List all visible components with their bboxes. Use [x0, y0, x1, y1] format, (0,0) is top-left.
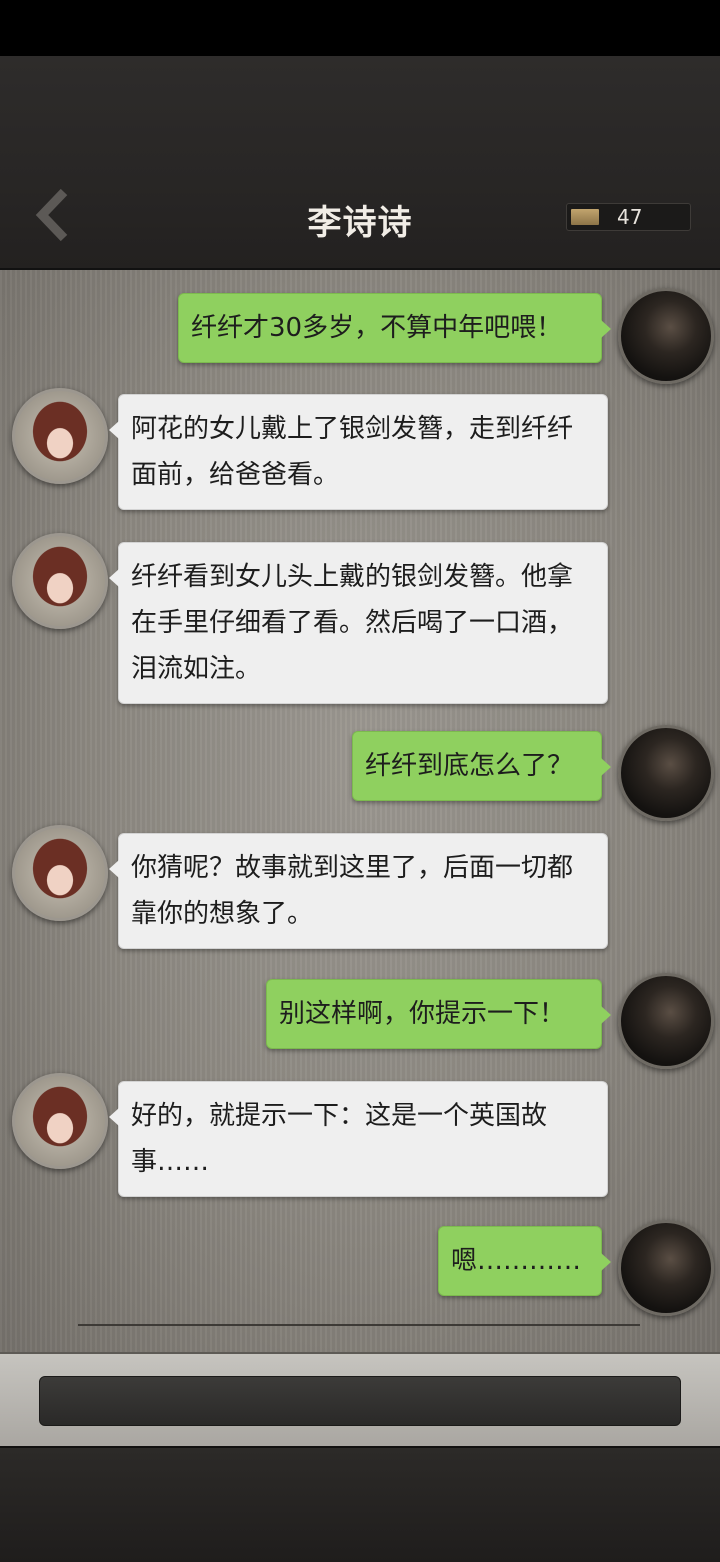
- footer-bar: [0, 1446, 720, 1562]
- message-bubble-user[interactable]: 别这样啊，你提示一下！: [266, 979, 611, 1049]
- message-bubble-contact[interactable]: 你猜呢？故事就到这里了，后面一切都靠你的想象了。: [109, 833, 608, 949]
- user-avatar[interactable]: [618, 973, 714, 1069]
- message-bubble-user[interactable]: 嗯…………: [438, 1226, 611, 1296]
- message-bubble-contact[interactable]: 纤纤看到女儿头上戴的银剑发簪。他拿在手里仔细看了看。然后喝了一口酒，泪流如注。: [109, 542, 608, 704]
- message-bubble-user[interactable]: 纤纤到底怎么了？: [352, 731, 611, 801]
- contact-avatar[interactable]: [12, 388, 108, 484]
- message-bubble-user[interactable]: 纤纤才30多岁，不算中年吧喂！: [178, 293, 611, 363]
- message-bubble-contact[interactable]: 好的，就提示一下：这是一个英国故事……: [109, 1081, 608, 1197]
- divider: [78, 1324, 640, 1326]
- page-title: 李诗诗: [307, 203, 413, 243]
- user-avatar[interactable]: [618, 725, 714, 821]
- contact-avatar[interactable]: [12, 825, 108, 921]
- contact-avatar[interactable]: [12, 1073, 108, 1169]
- message-input[interactable]: [39, 1376, 681, 1426]
- message-bubble-contact[interactable]: 阿花的女儿戴上了银剑发簪，走到纤纤面前，给爸爸看。: [109, 394, 608, 510]
- status-bar: [0, 0, 720, 56]
- user-avatar[interactable]: [618, 288, 714, 384]
- chat-area[interactable]: 纤纤才30多岁，不算中年吧喂！ 阿花的女儿戴上了银剑发簪，走到纤纤面前，给爸爸看…: [0, 270, 720, 1352]
- user-avatar[interactable]: [618, 1220, 714, 1316]
- contact-avatar[interactable]: [12, 533, 108, 629]
